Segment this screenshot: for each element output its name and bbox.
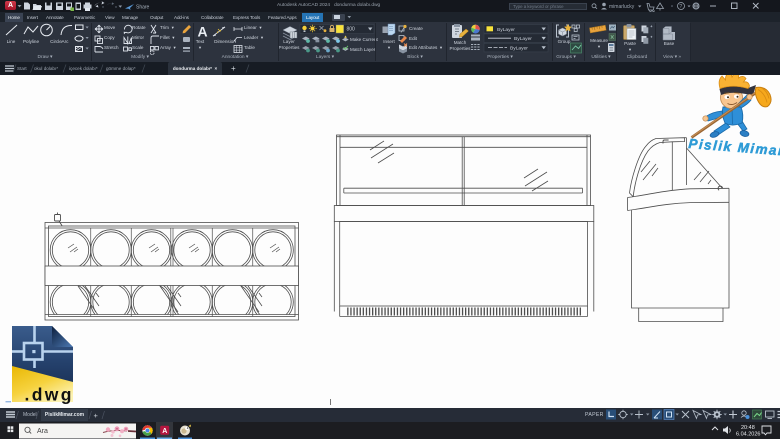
svg-text:ByLayer: ByLayer xyxy=(510,46,528,52)
svg-text:ByLayer: ByLayer xyxy=(497,27,515,33)
svg-text:?: ? xyxy=(679,4,682,10)
svg-text:ByLayer: ByLayer xyxy=(514,36,532,42)
svg-text:mimarlucky: mimarlucky xyxy=(609,4,635,10)
svg-text:Pislik Mimar: Pislik Mimar xyxy=(688,136,780,158)
svg-text:20:48: 20:48 xyxy=(741,425,755,431)
svg-text:Ara: Ara xyxy=(37,428,48,435)
svg-text:800: 800 xyxy=(347,27,356,33)
svg-text:Share: Share xyxy=(136,5,150,11)
svg-text:A: A xyxy=(162,428,167,435)
svg-text:A: A xyxy=(198,24,208,40)
svg-text:6.04.2026: 6.04.2026 xyxy=(736,432,760,438)
svg-text:.dwg: .dwg xyxy=(25,385,72,405)
